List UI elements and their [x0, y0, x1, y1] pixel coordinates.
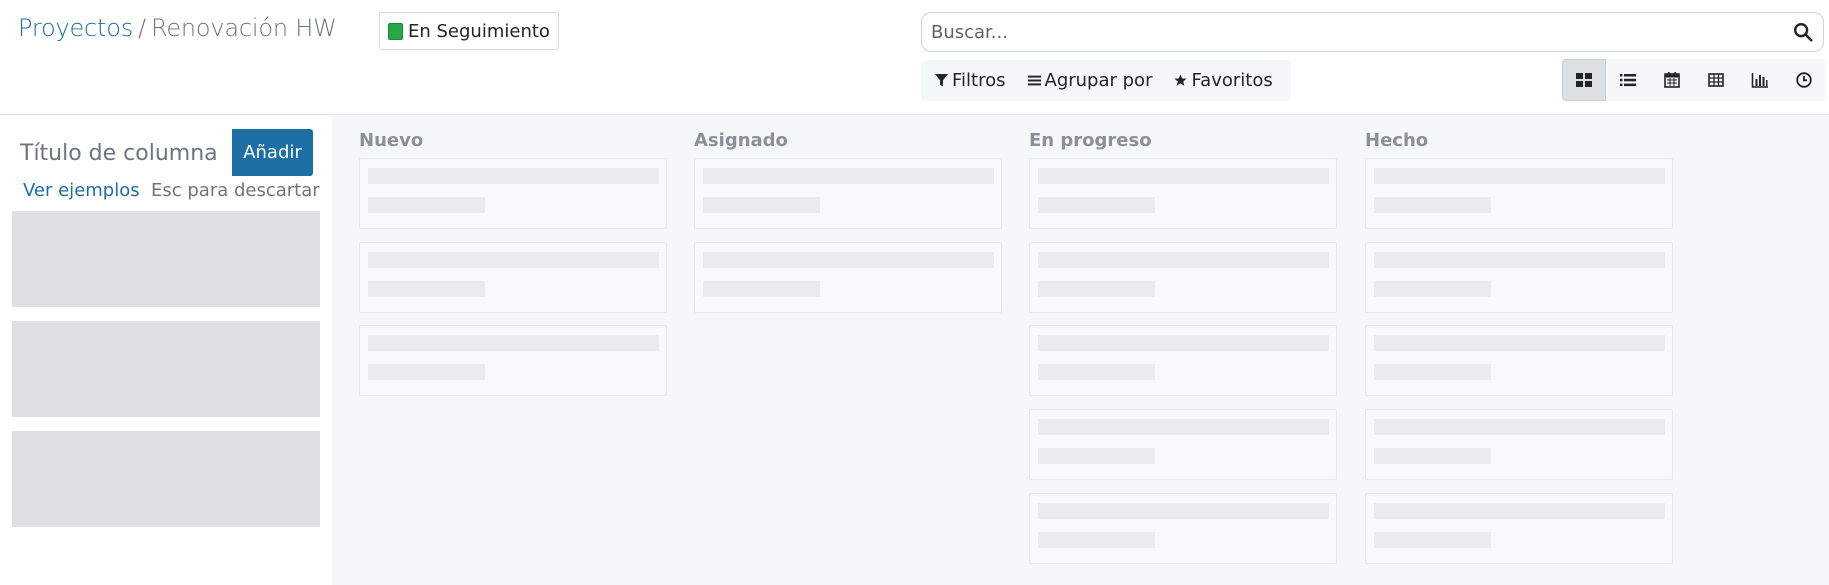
column-title: Asignado: [694, 130, 788, 151]
placeholder-card: [1365, 242, 1673, 313]
table-icon: [1708, 73, 1724, 87]
control-panel: Proyectos/Renovación HW En Seguimiento F…: [0, 0, 1829, 115]
list-view-button[interactable]: [1606, 59, 1650, 101]
column-title: Hecho: [1365, 130, 1429, 151]
esc-hint: Esc para descartar: [151, 180, 320, 201]
ghost-column-placeholder: [12, 211, 320, 307]
list-icon: [1620, 74, 1636, 87]
favorites-label: Favoritos: [1191, 70, 1273, 91]
ghost-column-placeholder: [12, 431, 320, 527]
placeholder-card: [1029, 493, 1337, 564]
filters-button[interactable]: Filtros: [935, 70, 1006, 91]
page-title: Renovación HW: [150, 14, 337, 42]
activity-view-button[interactable]: [1782, 59, 1826, 101]
ghost-column-placeholder: [12, 321, 320, 417]
search-options-bar: Filtros Agrupar por Favoritos: [921, 60, 1291, 101]
kanban-icon: [1576, 73, 1592, 87]
breadcrumb: Proyectos / Renovación HW: [18, 14, 337, 42]
placeholder-card: [1365, 409, 1673, 480]
column-title-input[interactable]: [11, 129, 232, 177]
placeholder-card: [359, 242, 667, 313]
column-title: Nuevo: [359, 130, 424, 151]
placeholder-card: [1029, 158, 1337, 229]
project-status-button[interactable]: En Seguimiento: [379, 12, 559, 50]
placeholder-card: [1365, 325, 1673, 396]
search-box: [921, 12, 1824, 52]
placeholder-card: [694, 242, 1002, 313]
add-column-button[interactable]: Añadir: [232, 129, 313, 176]
placeholder-card: [359, 158, 667, 229]
see-examples-link[interactable]: Ver ejemplos: [23, 180, 140, 201]
placeholder-card: [1029, 409, 1337, 480]
column-title: En progreso: [1029, 130, 1152, 151]
status-label: En Seguimiento: [408, 20, 550, 42]
star-icon: [1174, 74, 1188, 86]
calendar-view-button[interactable]: [1650, 59, 1694, 101]
placeholder-card: [1029, 325, 1337, 396]
clock-icon: [1796, 72, 1812, 88]
search-icon[interactable]: [1792, 21, 1814, 43]
pivot-view-button[interactable]: [1694, 59, 1738, 101]
quick-create-column: Añadir Ver ejemplos Esc para descartar: [0, 116, 332, 585]
graph-view-button[interactable]: [1738, 59, 1782, 101]
kanban-board: Añadir Ver ejemplos Esc para descartar N…: [0, 116, 1829, 585]
placeholder-card: [1365, 493, 1673, 564]
bars-icon: [1027, 75, 1041, 86]
view-switcher: [1562, 59, 1826, 101]
group-by-label: Agrupar por: [1044, 70, 1153, 91]
breadcrumb-separator: /: [138, 14, 146, 42]
breadcrumb-projects-link[interactable]: Proyectos: [18, 14, 133, 42]
status-color-indicator: [388, 22, 403, 40]
placeholder-card: [1365, 158, 1673, 229]
filter-icon: [935, 74, 948, 87]
search-input[interactable]: [922, 13, 1782, 51]
filters-label: Filtros: [952, 70, 1006, 91]
bar-chart-icon: [1751, 73, 1768, 88]
placeholder-card: [694, 158, 1002, 229]
placeholder-card: [1029, 242, 1337, 313]
calendar-icon: [1664, 72, 1680, 88]
kanban-view-button[interactable]: [1562, 59, 1606, 101]
favorites-button[interactable]: Favoritos: [1174, 70, 1273, 91]
group-by-button[interactable]: Agrupar por: [1027, 70, 1153, 91]
placeholder-card: [359, 325, 667, 396]
